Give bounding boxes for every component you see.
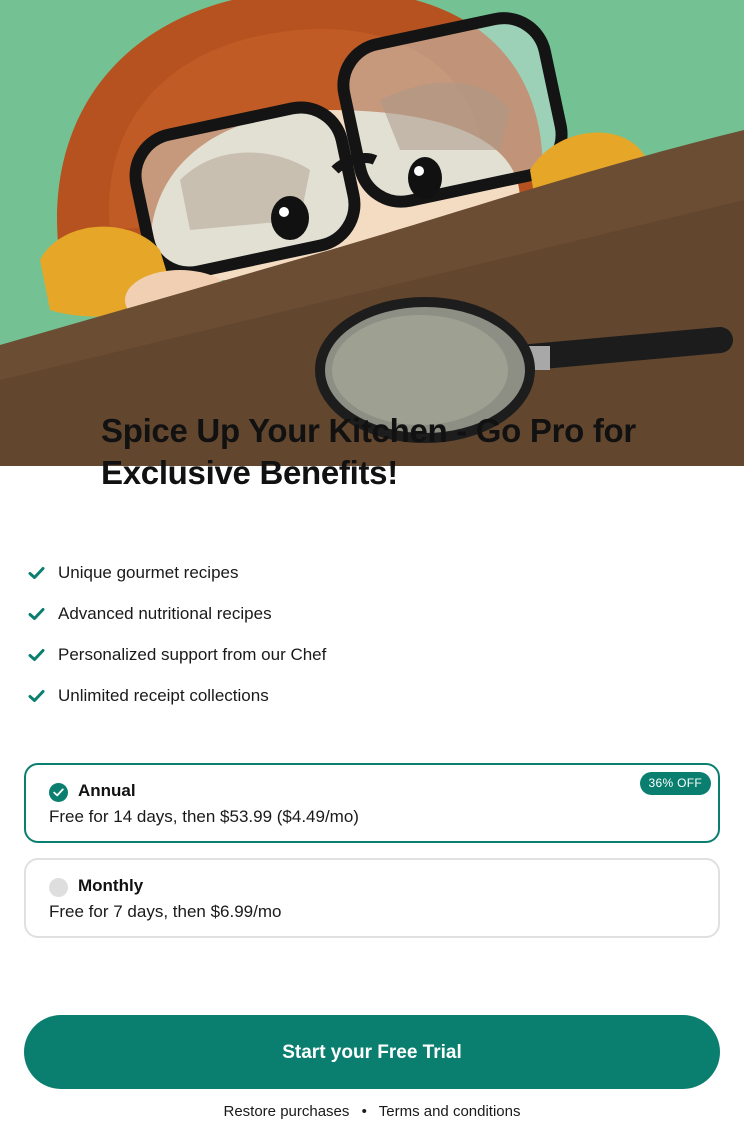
start-free-trial-button[interactable]: Start your Free Trial: [24, 1015, 720, 1089]
feature-item: Unlimited receipt collections: [28, 675, 708, 716]
feature-label: Unlimited receipt collections: [58, 685, 269, 705]
footer-links: Restore purchases • Terms and conditions: [0, 1103, 744, 1120]
checkmark-icon: [28, 648, 45, 662]
checkmark-icon: [28, 607, 45, 621]
feature-item: Advanced nutritional recipes: [28, 593, 708, 634]
plan-description: Free for 7 days, then $6.99/mo: [49, 902, 282, 921]
checkmark-icon: [28, 566, 45, 580]
page-title: Spice Up Your Kitchen - Go Pro for Exclu…: [101, 412, 636, 491]
monthly-plan-option[interactable]: Monthly Free for 7 days, then $6.99/mo: [24, 858, 720, 938]
paywall-screen: Spice Up Your Kitchen - Go Pro for Exclu…: [0, 0, 744, 1130]
annual-plan-option[interactable]: Annual Free for 14 days, then $53.99 ($4…: [24, 763, 720, 843]
restore-purchases-link[interactable]: Restore purchases: [224, 1103, 350, 1120]
terms-link[interactable]: Terms and conditions: [379, 1103, 521, 1120]
feature-label: Unique gourmet recipes: [58, 562, 239, 582]
plan-name: Annual: [78, 781, 136, 800]
feature-item: Unique gourmet recipes: [28, 552, 708, 593]
feature-label: Personalized support from our Chef: [58, 644, 327, 664]
hero-illustration: [0, 0, 744, 466]
feature-list: Unique gourmet recipes Advanced nutritio…: [28, 552, 708, 716]
feature-label: Advanced nutritional recipes: [58, 603, 272, 623]
plan-name: Monthly: [78, 876, 144, 895]
checkmark-icon: [28, 689, 45, 703]
feature-item: Personalized support from our Chef: [28, 634, 708, 675]
footer-separator: •: [361, 1103, 367, 1120]
checked-circle-icon: [49, 783, 68, 802]
discount-badge: 36% OFF: [639, 772, 711, 795]
plan-description: Free for 14 days, then $53.99 ($4.49/mo): [49, 807, 359, 826]
empty-circle-icon: [49, 878, 68, 897]
